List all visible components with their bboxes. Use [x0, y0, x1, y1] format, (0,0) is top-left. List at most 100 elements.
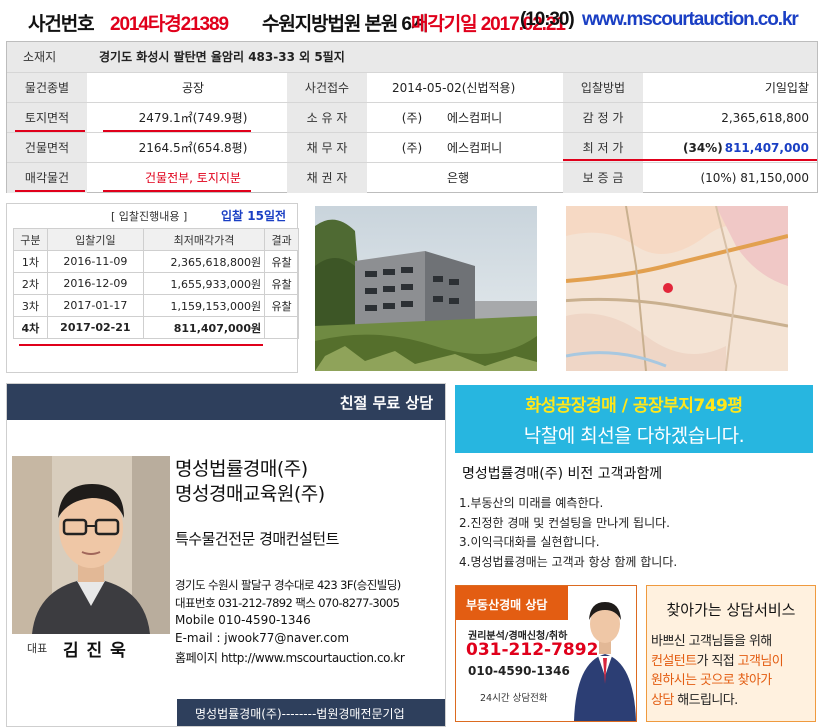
bid-result: [264, 316, 299, 339]
bid-row: 4차 2017-02-21 811,407,000원: [13, 316, 299, 339]
info-row: 토지면적 2479.1㎡(749.9평) 소 유 자 (주) 에스컴퍼니 감 정 가 2,3…: [7, 102, 817, 133]
sale-time: (10:30): [520, 9, 575, 30]
info-label: 사건접수: [287, 73, 367, 103]
info-label: 채 무 자: [287, 133, 367, 163]
person-portrait-small-icon: [574, 602, 636, 721]
ad-header-bar: 친절 무료 상담: [7, 384, 445, 420]
ad-footer-bar: 명성법률경매(주)--------법원경매전문기업: [177, 699, 445, 726]
col-result: 결과: [264, 228, 299, 251]
visit-line-3: 원하시는 곳으로 찾아가: [651, 673, 772, 688]
case-label: 사건번호: [28, 14, 95, 35]
person-portrait-icon: [12, 456, 170, 634]
info-label: 토지면적: [7, 103, 87, 133]
info-row: 매각물건 건물전부, 토지지분 채 권 자 은행 보 증 금 (10%) 81,150,0…: [7, 162, 817, 193]
mobile-number: Mobile 010-4590-1346: [175, 613, 311, 627]
vision-item: 2.진정한 경매 및 컨설팅을 만나게 됩니다.: [459, 515, 670, 530]
vision-item: 1.부동산의 미래를 예측한다.: [459, 496, 604, 510]
visit-line-4: 상담 해드립니다.: [651, 691, 783, 711]
ad-footer-text: 명성법률경매(주)--------법원경매전문기업: [195, 707, 405, 721]
company-name-1: 명성법률경매(주): [175, 458, 308, 480]
info-value: 공장: [181, 81, 205, 95]
info-label: 소 유 자: [287, 103, 367, 133]
bid-round: 1차: [13, 250, 48, 273]
info-label: 감 정 가: [563, 103, 643, 133]
company-address: 경기도 수원시 팔달구 경수대로 423 3F(승진빌딩): [175, 578, 401, 592]
banner-line-2: 낙찰에 최선을 다하겠습니다.: [523, 425, 745, 447]
info-value: [392, 163, 432, 193]
info-value: (주): [401, 111, 423, 125]
consultant-title: 특수물건전문 경매컨설턴트: [175, 530, 339, 548]
vision-list: 1.부동산의 미래를 예측한다. 2.진정한 경매 및 컨설팅을 만나게 됩니다…: [459, 494, 677, 572]
vision-title: 명성법률경매(주) 비전 고객과함께: [462, 466, 663, 482]
bid-history-table: 구분 입찰기일 최저매각가격 결과 1차 2016-11-09 2,365,618,…: [13, 228, 299, 339]
bid-row: 3차 2017-01-17 1,159,153,000원 유찰: [13, 294, 299, 317]
bid-round: 4차: [13, 316, 48, 339]
location-label: 소재지: [23, 50, 57, 64]
visit-title: 찾아가는 상담서비스: [666, 601, 796, 619]
bid-history-panel: [ 입찰진행내용 ] 입찰 15일전 구분 입찰기일 최저매각가격 결과 1차 2…: [6, 203, 299, 373]
bid-row: 1차 2016-11-09 2,365,618,800원 유찰: [13, 250, 299, 273]
website-link[interactable]: www.mscourtauction.co.kr: [582, 9, 799, 31]
info-value: 건물전부, 토지지분: [145, 171, 241, 185]
highlight-underline: [103, 130, 251, 132]
visit-highlight: 상담: [651, 692, 674, 708]
highlight-underline: [15, 130, 85, 132]
info-label: 물건종별: [7, 73, 87, 103]
ad-header-text: 친절 무료 상담: [339, 394, 433, 412]
bid-result: 유찰: [264, 272, 299, 295]
visit-line-1: 바쁘신 고객님들을 위해: [651, 634, 772, 649]
bid-price: 2,365,618,800원: [142, 250, 266, 273]
visit-service-box: 찾아가는 상담서비스 바쁘신 고객님들을 위해 컨설턴트가 직접 고객님이 원하…: [646, 585, 816, 722]
company-name-2: 명성경매교육원(주): [175, 483, 325, 505]
info-value: [447, 73, 547, 103]
bid-price: 1,655,933,000원: [142, 272, 266, 295]
promo-banner: 화성공장경매 / 공장부지749평 낙찰에 최선을 다하겠습니다.: [455, 385, 813, 453]
location-row: 소재지 경기도 화성시 팔탄면 율암리 483-33 외 5필지: [7, 42, 817, 72]
email-address[interactable]: E-mail : jwook77@naver.com: [175, 631, 349, 645]
homepage-link[interactable]: 홈페이지 http://www.mscourtauction.co.kr: [175, 649, 405, 666]
highlight-underline: [103, 190, 251, 192]
location-value: 경기도 화성시 팔탄면 율암리 483-33 외 5필지: [99, 50, 345, 64]
visit-line-2: 컨설턴트가 직접 고객님이: [651, 652, 784, 672]
bid-round: 3차: [13, 294, 48, 317]
info-value: 2,365,618,800: [721, 111, 809, 125]
consult-header: 부동산경매 상담: [466, 598, 548, 612]
ceo-label: 대표: [27, 642, 48, 655]
bid-result: 유찰: [264, 250, 299, 273]
location-map[interactable]: [566, 206, 788, 371]
consultant-ad: 친절 무료 상담 대표 김 진 욱 명성법률경매(주) 명성경매교육원(주) 특…: [6, 383, 446, 727]
info-value: 2014-05-02(신법적용): [392, 81, 516, 95]
visit-text: 바쁘신 고객님들을 위해 컨설턴트가 직접 고객님이 원하시는 곳으로 찾아가 …: [651, 632, 784, 711]
info-label: 건물면적: [7, 133, 87, 163]
info-value: 에스컴퍼니: [447, 111, 503, 125]
info-label: 채 권 자: [287, 163, 367, 193]
info-value: 에스컴퍼니: [447, 141, 503, 155]
info-label: 매각물건: [7, 163, 87, 193]
bid-price: 811,407,000원: [142, 316, 266, 339]
court-name: 수원지방법원 본원 6계: [262, 14, 428, 35]
bid-date: 2017-02-21: [46, 316, 144, 339]
building-photo-icon: [315, 206, 537, 371]
property-info-table: 소재지 경기도 화성시 팔탄면 율암리 483-33 외 5필지 물건종별 공장 사…: [6, 41, 818, 193]
visit-text-part: 해드립니다.: [673, 692, 738, 708]
info-value: (10%) 81,150,000: [700, 171, 809, 185]
info-value: 기일입찰: [764, 81, 809, 95]
page-header: 사건번호 2014타경21389 수원지방법원 본원 6계 매각기일 2017.…: [0, 0, 819, 40]
info-value: (주): [401, 141, 423, 155]
highlight-underline: [563, 159, 817, 161]
phone-numbers: 대표번호 031-212-7892 팩스 070-8277-3005: [175, 596, 400, 610]
bid-highlight-underline: [19, 344, 263, 346]
consult-phone-box: 부동산경매 상담 권리분석/경매신청/취하 031-212-7892 010-4…: [455, 585, 637, 722]
visit-highlight: 고객님이: [737, 653, 784, 669]
bid-status: 입찰 15일전: [221, 209, 287, 223]
bid-header-row: 구분 입찰기일 최저매각가격 결과: [13, 228, 299, 251]
banner-line-1: 화성공장경매 / 공장부지749평: [525, 396, 743, 416]
vision-item: 4.명성법률경매는 고객과 항상 함께 합니다.: [459, 554, 678, 569]
ceo-name: 김 진 욱: [63, 641, 127, 661]
info-value: 2164.5㎡(654.8평): [138, 141, 248, 155]
consult-mobile[interactable]: 010-4590-1346: [468, 664, 570, 678]
col-date: 입찰기일: [46, 228, 144, 251]
bid-date: 2016-11-09: [46, 250, 144, 273]
info-row: 물건종별 공장 사건접수 2014-05-02(신법적용) 입찰방법 기일입찰: [7, 72, 817, 103]
case-number: 2014타경21389: [110, 14, 229, 35]
